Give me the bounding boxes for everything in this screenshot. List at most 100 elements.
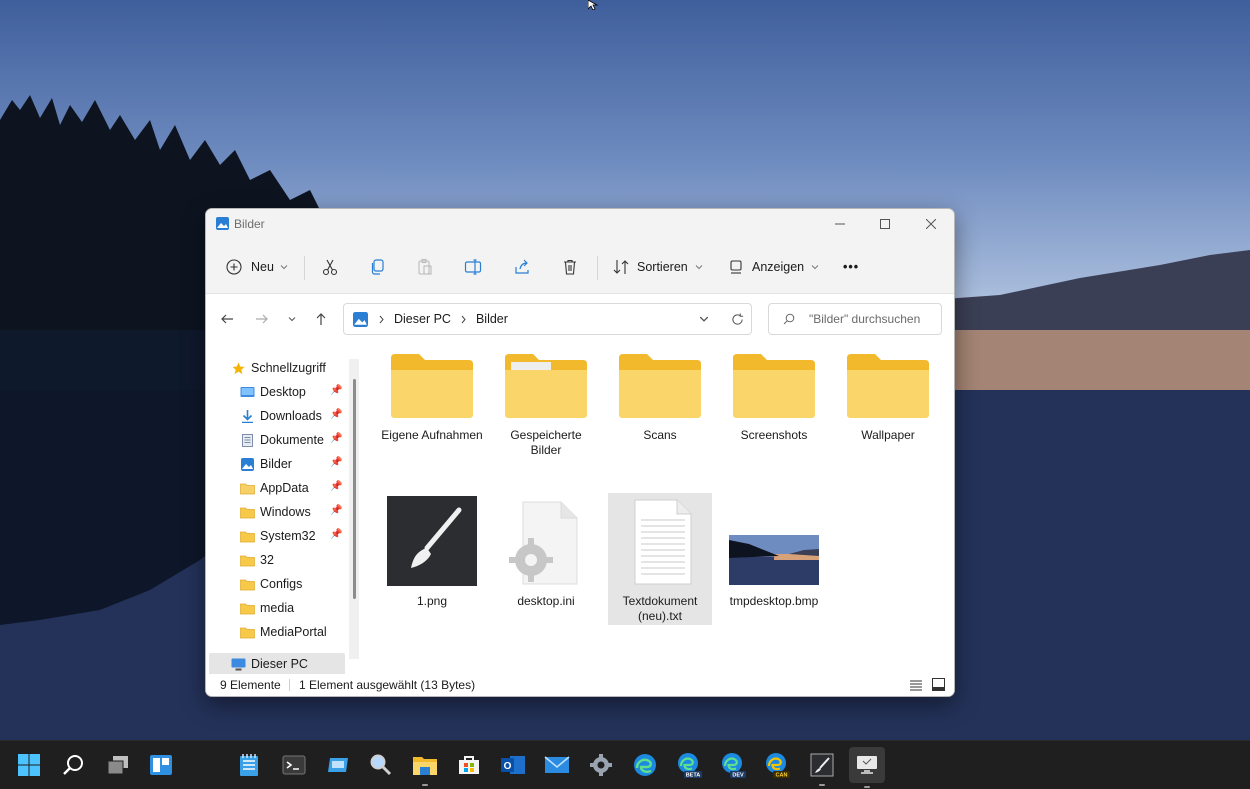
file-item-textdokument[interactable]: Textdokument (neu).txt — [608, 493, 712, 625]
remote-desktop-button[interactable] — [322, 749, 354, 781]
share-icon — [515, 259, 529, 274]
document-icon — [242, 433, 253, 447]
pin-icon: 📌 — [330, 409, 343, 420]
recent-locations-button[interactable] — [280, 308, 304, 330]
store-button[interactable] — [453, 749, 485, 781]
edge-button[interactable] — [629, 749, 661, 781]
file-item-gespeicherte-bilder[interactable]: Gespeicherte Bilder — [494, 352, 598, 458]
cut-button[interactable] — [321, 253, 339, 281]
star-icon — [232, 361, 245, 374]
nav-item-downloads[interactable]: Downloads — [240, 405, 322, 427]
nav-item-quick-access[interactable]: Schnellzugriff — [231, 357, 326, 379]
rename-button[interactable] — [464, 253, 482, 281]
task-view-button[interactable] — [102, 749, 134, 781]
up-button[interactable] — [309, 308, 333, 330]
file-item-desktop-ini[interactable]: desktop.ini — [494, 496, 598, 609]
address-bar[interactable]: Dieser PC Bilder — [343, 303, 752, 335]
file-item-scans[interactable]: Scans — [608, 352, 712, 443]
breadcrumb-pictures[interactable]: Bilder — [476, 312, 508, 326]
search-placeholder: "Bilder" durchsuchen — [809, 312, 921, 326]
maximize-button[interactable] — [862, 209, 908, 239]
sort-button[interactable]: Sortieren — [612, 253, 703, 281]
nav-item-desktop[interactable]: Desktop — [240, 381, 306, 403]
close-button[interactable] — [908, 209, 954, 239]
view-button[interactable]: Anzeigen — [728, 253, 819, 281]
search-icon — [63, 755, 83, 775]
nav-item-label: media — [260, 601, 295, 615]
nav-item-label: MediaPortal — [260, 625, 327, 639]
nav-item-this-pc[interactable]: Dieser PC — [231, 653, 308, 675]
file-item-eigene-aufnahmen[interactable]: Eigene Aufnahmen — [380, 352, 484, 443]
back-button[interactable] — [215, 308, 239, 330]
outlook-icon: O — [501, 756, 525, 774]
file-item-tmpdesktop-bmp[interactable]: tmpdesktop.bmp — [722, 496, 826, 609]
search-button[interactable] — [57, 749, 89, 781]
forward-button[interactable] — [250, 308, 274, 330]
refresh-icon[interactable] — [731, 312, 744, 326]
details-view-icon[interactable] — [910, 679, 922, 691]
large-icons-view-icon[interactable] — [932, 678, 945, 691]
nav-item-mediaportal[interactable]: MediaPortal — [240, 621, 327, 643]
arrow-up-icon — [316, 313, 326, 325]
maximize-icon — [880, 219, 890, 229]
file-item-1-png[interactable]: 1.png — [380, 496, 484, 609]
paint-button[interactable] — [806, 749, 838, 786]
mail-icon — [544, 756, 570, 773]
folder-icon — [240, 483, 255, 494]
new-button[interactable]: Neu — [226, 253, 288, 281]
edge-canary-badge: CAN — [776, 773, 788, 779]
nav-item-appdata[interactable]: AppData — [240, 477, 309, 499]
settings-button[interactable] — [585, 749, 617, 781]
nav-pane-scrollbar[interactable] — [349, 359, 359, 659]
file-label: Scans — [643, 428, 677, 442]
nav-item-label: Configs — [260, 577, 303, 591]
terminal-button[interactable] — [278, 749, 310, 781]
mail-button[interactable] — [541, 749, 573, 781]
edge-dev-badge: DEV — [732, 773, 744, 779]
outlook-button[interactable]: O — [497, 749, 529, 781]
pin-icon: 📌 — [330, 385, 343, 396]
nav-item-documents[interactable]: Dokumente — [240, 429, 324, 451]
nav-item-windows[interactable]: Windows — [240, 501, 311, 523]
status-bar: 9 Elemente 1 Element ausgewählt (13 Byte… — [206, 674, 954, 696]
folder-icon — [240, 507, 255, 518]
file-item-wallpaper[interactable]: Wallpaper — [836, 352, 940, 443]
edge-canary-button[interactable]: CAN — [761, 749, 793, 781]
nav-item-32[interactable]: 32 — [240, 549, 274, 571]
chevron-down-icon[interactable] — [699, 314, 709, 324]
file-label: Gespeicherte Bilder — [510, 428, 582, 457]
folder-icon — [240, 579, 255, 590]
nav-item-configs[interactable]: Configs — [240, 573, 302, 595]
file-label: desktop.ini — [517, 594, 575, 608]
toolbar-separator — [597, 256, 598, 280]
scrollbar-thumb[interactable] — [353, 379, 356, 599]
notepad-button[interactable] — [233, 749, 265, 781]
delete-button[interactable] — [561, 253, 579, 281]
nav-item-pictures[interactable]: Bilder — [240, 453, 292, 475]
edge-dev-button[interactable]: DEV — [717, 749, 749, 781]
nav-item-system32[interactable]: System32 — [240, 525, 316, 547]
folder-icon — [240, 603, 255, 614]
copy-button[interactable] — [369, 253, 387, 281]
computer-button[interactable] — [849, 747, 885, 788]
share-button[interactable] — [513, 253, 531, 281]
nav-item-label: Bilder — [260, 457, 292, 471]
chevron-down-icon — [811, 265, 819, 270]
breadcrumb-this-pc[interactable]: Dieser PC — [394, 312, 451, 326]
pin-icon: 📌 — [330, 505, 343, 516]
more-options-button[interactable]: ••• — [843, 253, 859, 281]
file-item-screenshots[interactable]: Screenshots — [722, 352, 826, 443]
search-input[interactable]: "Bilder" durchsuchen — [768, 303, 942, 335]
widgets-button[interactable] — [145, 749, 177, 781]
navigation-pane: Schnellzugriff Desktop 📌 Downloads 📌 Dok… — [206, 347, 361, 675]
start-button[interactable] — [13, 749, 45, 781]
file-explorer-button[interactable] — [409, 749, 441, 786]
edge-beta-button[interactable]: BETA — [673, 749, 705, 781]
magnifier-button[interactable] — [365, 749, 397, 781]
paste-button[interactable] — [416, 253, 434, 281]
pictures-icon — [216, 217, 229, 230]
minimize-button[interactable] — [817, 209, 863, 239]
address-row: Dieser PC Bilder "Bilder" durchsuchen — [206, 294, 954, 342]
nav-item-media[interactable]: media — [240, 597, 294, 619]
bitmap-thumbnail-icon — [729, 535, 819, 585]
